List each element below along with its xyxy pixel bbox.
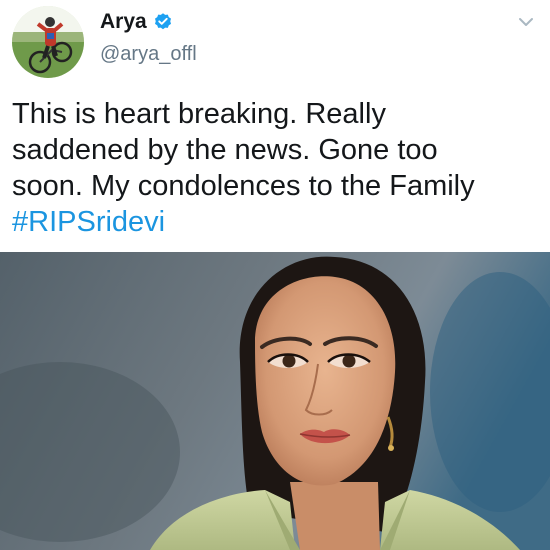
name-row: Arya: [100, 10, 173, 34]
avatar[interactable]: [12, 6, 84, 78]
chevron-down-icon[interactable]: [516, 12, 536, 32]
hashtag-link[interactable]: #RIPSridevi: [12, 204, 542, 240]
tweet-card: Arya @arya_offl This is heart breaking. …: [0, 0, 550, 550]
tweet-photo[interactable]: [0, 252, 550, 550]
verified-badge-icon: [153, 12, 173, 32]
display-name[interactable]: Arya: [100, 10, 147, 34]
tweet-header: Arya @arya_offl: [0, 0, 550, 90]
tweet-text: This is heart breaking. Really saddened …: [12, 96, 542, 240]
tweet-text-line: saddened by the news. Gone too: [12, 134, 438, 166]
tweet-text-line: soon. My condolences to the Family: [12, 170, 475, 202]
tweet-text-line: This is heart breaking. Really: [12, 98, 386, 130]
user-handle[interactable]: @arya_offl: [100, 43, 197, 66]
